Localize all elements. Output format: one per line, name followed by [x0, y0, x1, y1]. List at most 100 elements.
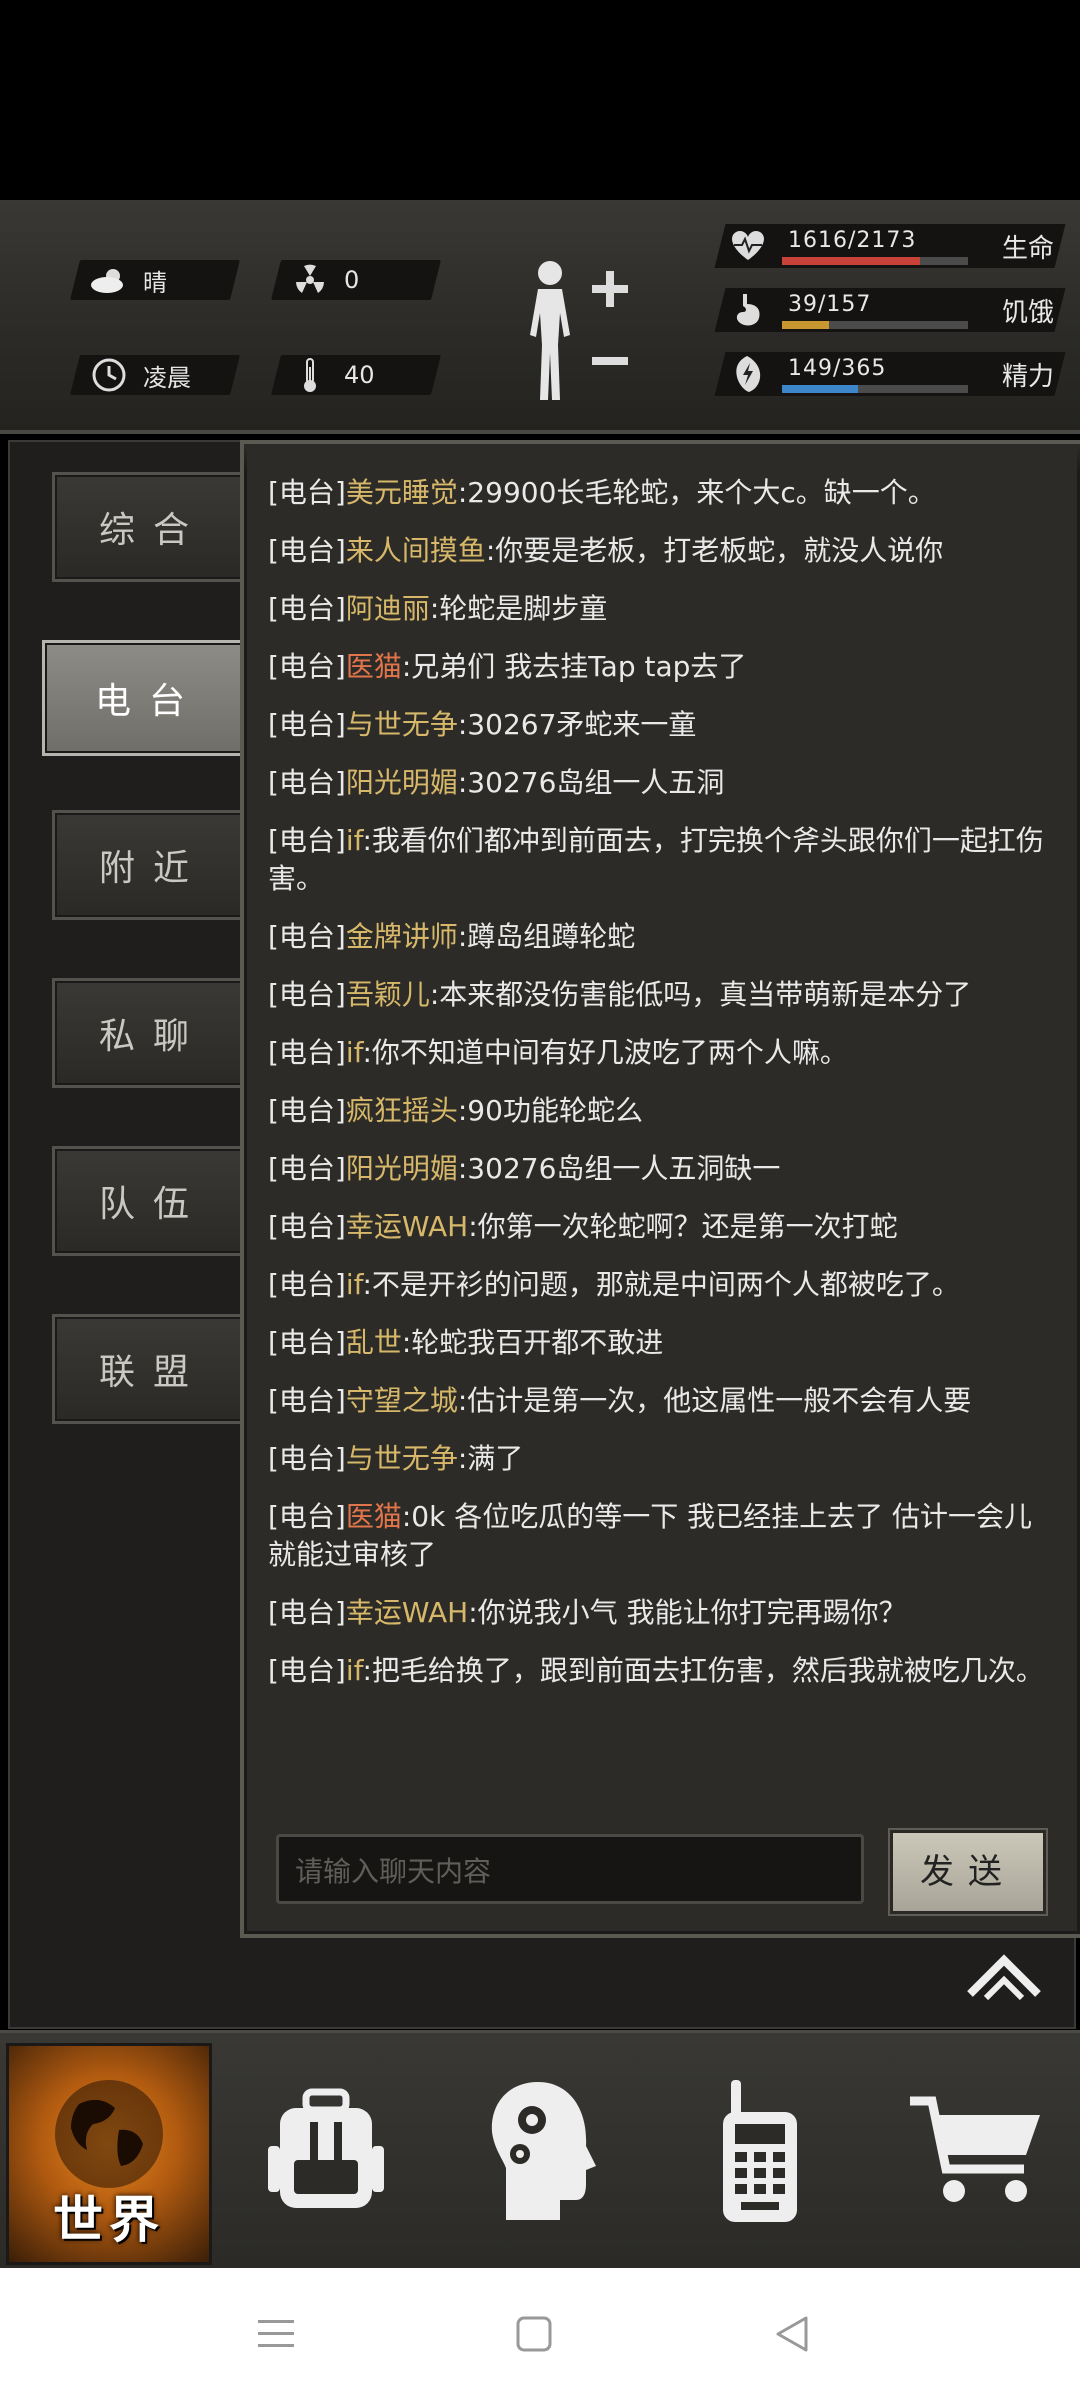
chat-panel: [电台]美元睡觉:29900长毛轮蛇，来个大c。缺一个。 [电台]来人间摸鱼:你要…: [240, 440, 1080, 1938]
chat-message: [电台]if:不是开衫的问题，那就是中间两个人都被吃了。: [268, 1266, 1048, 1304]
message-channel: [电台]: [268, 476, 346, 509]
message-channel: [电台]: [268, 650, 346, 683]
chat-message: [电台]幸运WAH:你第一次轮蛇啊？还是第一次打蛇: [268, 1208, 1048, 1246]
message-username[interactable]: 幸运WAH: [346, 1210, 468, 1243]
menu-icon[interactable]: [256, 2314, 296, 2354]
radiation-pill: 0: [271, 260, 441, 300]
message-username[interactable]: 阳光明媚: [346, 766, 458, 799]
back-icon[interactable]: [772, 2314, 812, 2354]
message-channel: [电台]: [268, 1384, 346, 1417]
message-list[interactable]: [电台]美元睡觉:29900长毛轮蛇，来个大c。缺一个。 [电台]来人间摸鱼:你要…: [268, 474, 1048, 1774]
tab-nearby[interactable]: 附近: [52, 810, 254, 920]
message-text: :满了: [457, 1442, 524, 1475]
message-channel: [电台]: [268, 592, 346, 625]
temperature-value: 40: [344, 361, 375, 389]
message-username[interactable]: 阳光明媚: [346, 1152, 458, 1185]
chat-message: [电台]医猫:0k 各位吃瓜的等一下 我已经挂上去了 估计一会儿就能过审核了: [268, 1498, 1048, 1574]
message-text: :30276岛组一人五洞缺一: [457, 1152, 781, 1185]
energy-icon: [728, 354, 768, 394]
message-text: :29900长毛轮蛇，来个大c。缺一个。: [457, 476, 936, 509]
head-gears-icon: [491, 2082, 596, 2220]
message-text: :你不知道中间有好几波吃了两个人嘛。: [362, 1036, 848, 1069]
message-channel: [电台]: [268, 1036, 346, 1069]
message-text: :估计是第一次，他这属性一般不会有人要: [457, 1384, 972, 1417]
message-username[interactable]: 疯狂摇头: [346, 1094, 458, 1127]
message-username[interactable]: if: [346, 824, 363, 857]
chat-input[interactable]: 请输入聊天内容: [276, 1834, 864, 1904]
message-username[interactable]: 与世无争: [346, 1442, 458, 1475]
nav-backpack[interactable]: [226, 2043, 426, 2259]
chat-message: [电台]疯狂摇头:90功能轮蛇么: [268, 1092, 1048, 1130]
hunger-stat: 39/157 饥饿: [714, 288, 1066, 332]
home-icon[interactable]: [514, 2314, 554, 2354]
message-username[interactable]: 与世无争: [346, 708, 458, 741]
hunger-bar-fill: [782, 321, 829, 329]
message-channel: [电台]: [268, 534, 346, 567]
health-bar-fill: [782, 257, 920, 265]
energy-stat: 149/365 精力: [714, 352, 1066, 396]
message-text: :90功能轮蛇么: [457, 1094, 643, 1127]
message-channel: [电台]: [268, 1500, 346, 1533]
status-hud: 晴 0 凌晨 40 1616/2173 生命 39/157 饥饿 149/365…: [0, 200, 1080, 434]
message-username[interactable]: 金牌讲师: [346, 920, 458, 953]
weather-pill: 晴: [70, 260, 240, 300]
message-username[interactable]: 守望之城: [346, 1384, 458, 1417]
tab-radio[interactable]: 电台: [42, 640, 256, 756]
chat-message: [电台]美元睡觉:29900长毛轮蛇，来个大c。缺一个。: [268, 474, 1048, 512]
chat-message: [电台]阿迪丽:轮蛇是脚步童: [268, 590, 1048, 628]
tab-general[interactable]: 综合: [52, 472, 254, 582]
nav-skills[interactable]: [442, 2043, 642, 2259]
stomach-icon: [728, 290, 768, 330]
nav-radio[interactable]: [660, 2043, 860, 2259]
message-channel: [电台]: [268, 1442, 346, 1475]
tab-alliance[interactable]: 联盟: [52, 1314, 254, 1424]
weather-label: 晴: [143, 268, 167, 297]
message-channel: [电台]: [268, 1596, 346, 1629]
message-username[interactable]: if: [346, 1268, 363, 1301]
status-bar: [0, 0, 1080, 200]
message-username[interactable]: 医猫: [346, 1500, 402, 1533]
message-text: :轮蛇我百开都不敢进: [401, 1326, 664, 1359]
tab-team[interactable]: 队伍: [52, 1146, 254, 1256]
collapse-up-icon[interactable]: [966, 1954, 1042, 2004]
system-nav-bar: [0, 2268, 1080, 2400]
send-button[interactable]: 发送: [890, 1830, 1046, 1914]
message-channel: [电台]: [268, 766, 346, 799]
heart-pulse-icon: [728, 226, 768, 266]
message-username[interactable]: if: [346, 1654, 363, 1687]
message-username[interactable]: 吾颖儿: [346, 978, 430, 1011]
message-channel: [电台]: [268, 1094, 346, 1127]
message-username[interactable]: 阿迪丽: [346, 592, 430, 625]
temperature-pill: 40: [271, 355, 441, 395]
message-channel: [电台]: [268, 920, 346, 953]
message-username[interactable]: 医猫: [346, 650, 402, 683]
chat-message: [电台]守望之城:估计是第一次，他这属性一般不会有人要: [268, 1382, 1048, 1420]
chat-message: [电台]乱世:轮蛇我百开都不敢进: [268, 1324, 1048, 1362]
message-text: :30267矛蛇来一童: [457, 708, 697, 741]
nav-world[interactable]: 世界: [6, 2043, 212, 2265]
message-channel: [电台]: [268, 1326, 346, 1359]
message-username[interactable]: if: [346, 1036, 363, 1069]
radiation-value: 0: [344, 266, 360, 294]
chat-message: [电台]吾颖儿:本来都没伤害能低吗，真当带萌新是本分了: [268, 976, 1048, 1014]
chat-message: [电台]if:把毛给换了，跟到前面去扛伤害，然后我就被吃几次。: [268, 1652, 1048, 1690]
message-text: :兄弟们 我去挂Tap tap去了: [401, 650, 747, 683]
message-username[interactable]: 乱世: [346, 1326, 402, 1359]
message-username[interactable]: 美元睡觉: [346, 476, 458, 509]
message-username[interactable]: 幸运WAH: [346, 1596, 468, 1629]
nav-shop[interactable]: [876, 2043, 1076, 2259]
message-text: :不是开衫的问题，那就是中间两个人都被吃了。: [362, 1268, 960, 1301]
globe-icon: [55, 2080, 163, 2188]
body-status-icon[interactable]: [520, 255, 630, 405]
message-text: :你第一次轮蛇啊？还是第一次打蛇: [468, 1210, 898, 1243]
chat-message: [电台]与世无争:满了: [268, 1440, 1048, 1478]
message-text: :本来都没伤害能低吗，真当带萌新是本分了: [429, 978, 972, 1011]
message-username[interactable]: 来人间摸鱼: [346, 534, 486, 567]
chat-message: [电台]if:我看你们都冲到前面去，打完换个斧头跟你们一起扛伤害。: [268, 822, 1048, 898]
chat-message: [电台]金牌讲师:蹲岛组蹲轮蛇: [268, 918, 1048, 956]
clock-icon: [89, 355, 129, 395]
health-stat: 1616/2173 生命: [714, 224, 1066, 268]
message-text: :你要是老板，打老板蛇，就没人说你: [485, 534, 944, 567]
time-pill: 凌晨: [70, 355, 240, 395]
tab-private[interactable]: 私聊: [52, 978, 254, 1088]
